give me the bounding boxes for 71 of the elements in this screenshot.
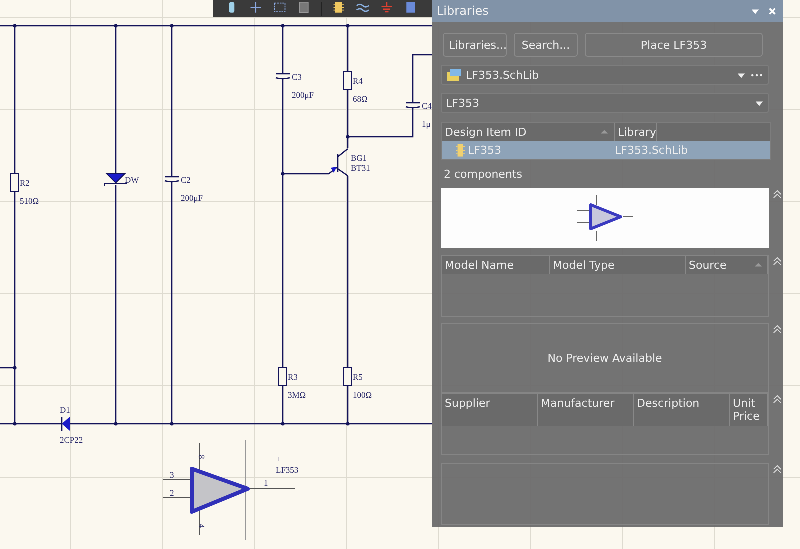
- sort-arrow-icon: [600, 129, 609, 135]
- part-value: 68Ω: [353, 94, 368, 104]
- part-designator: C3: [292, 72, 302, 82]
- part-value: 100Ω: [353, 390, 372, 400]
- diode-symbol: [61, 417, 70, 431]
- wave-icon[interactable]: [356, 2, 370, 15]
- capacitor-symbol: [164, 176, 180, 183]
- part-designator: C2: [181, 175, 191, 185]
- column-header[interactable]: Unit Price: [730, 394, 768, 426]
- table-cell: LF353: [468, 144, 502, 156]
- capacitor-symbol: [405, 102, 421, 109]
- crosshair-icon[interactable]: [249, 2, 263, 15]
- part-designator: C4: [422, 101, 432, 111]
- panel-button[interactable]: Place LF353: [585, 33, 763, 57]
- no-preview-message: No Preview Available: [548, 352, 662, 364]
- column-header[interactable]: Model Type: [550, 256, 686, 274]
- component-count: 2 components: [443, 166, 524, 182]
- column-header[interactable]: Description: [634, 394, 730, 426]
- sort-arrow-icon: [754, 262, 763, 268]
- library-dropdown[interactable]: LF353.SchLib: [441, 65, 769, 85]
- selection-icon[interactable]: [273, 2, 287, 15]
- part-designator: R3: [288, 372, 298, 382]
- pin-number: 8: [197, 455, 207, 460]
- pin-number: 3: [170, 470, 174, 480]
- part-designator: R2: [20, 178, 30, 188]
- resistor-symbol: [344, 368, 352, 386]
- part-value: BT31: [351, 163, 370, 173]
- dropdown-arrow-icon: [755, 98, 764, 108]
- dropdown-arrow-icon[interactable]: [751, 6, 760, 16]
- column-header[interactable]: Supplier: [442, 394, 538, 426]
- transistor-symbol: [328, 148, 349, 177]
- column-header[interactable]: Manufacturer: [538, 394, 634, 426]
- collapse-icon[interactable]: [773, 324, 782, 335]
- pin-number: 1: [264, 478, 268, 488]
- panel-title: Libraries: [437, 4, 490, 18]
- table-cell: LF353.SchLib: [615, 144, 688, 156]
- component-icon: [456, 144, 465, 156]
- part-designator: D1: [60, 405, 70, 415]
- part-designator: R4: [353, 76, 363, 86]
- part-name: LF353: [276, 465, 299, 475]
- close-icon[interactable]: [768, 6, 777, 16]
- part-value: 2CP22: [60, 435, 84, 445]
- collapse-icon[interactable]: [773, 256, 782, 267]
- part-mark: +: [276, 454, 281, 464]
- dropdown-arrow-icon: [737, 70, 746, 80]
- part-designator: BG1: [351, 153, 368, 163]
- part-value: 510Ω: [20, 196, 40, 206]
- part-value: 1μ: [422, 119, 431, 129]
- panel-button[interactable]: Libraries...: [443, 33, 507, 57]
- op-amp-preview-drawing: [575, 193, 635, 243]
- part-designator: DW: [125, 175, 140, 185]
- pin-number: 4: [197, 524, 207, 528]
- part-value: 3MΩ: [288, 390, 306, 400]
- chip-icon[interactable]: [332, 2, 346, 15]
- pin-number: 2: [170, 488, 174, 498]
- panel-button[interactable]: Search...: [514, 33, 578, 57]
- resistor-symbol: [10, 174, 20, 192]
- capacitor-symbol: [275, 73, 291, 80]
- library-icon: [446, 68, 462, 82]
- column-header[interactable]: Model Name: [442, 256, 550, 274]
- resistor-symbol: [278, 368, 288, 386]
- filter-dropdown[interactable]: LF353: [441, 93, 769, 113]
- ground-icon[interactable]: [380, 2, 394, 15]
- document-icon[interactable]: [297, 2, 311, 15]
- collapse-icon[interactable]: [773, 189, 782, 200]
- part-value: 200μF: [181, 193, 204, 203]
- collapse-icon[interactable]: [773, 464, 782, 475]
- resistor-symbol: [344, 72, 352, 90]
- collapse-icon[interactable]: [773, 394, 782, 405]
- part-designator: R5: [353, 372, 363, 382]
- part-value: 200μF: [292, 90, 314, 100]
